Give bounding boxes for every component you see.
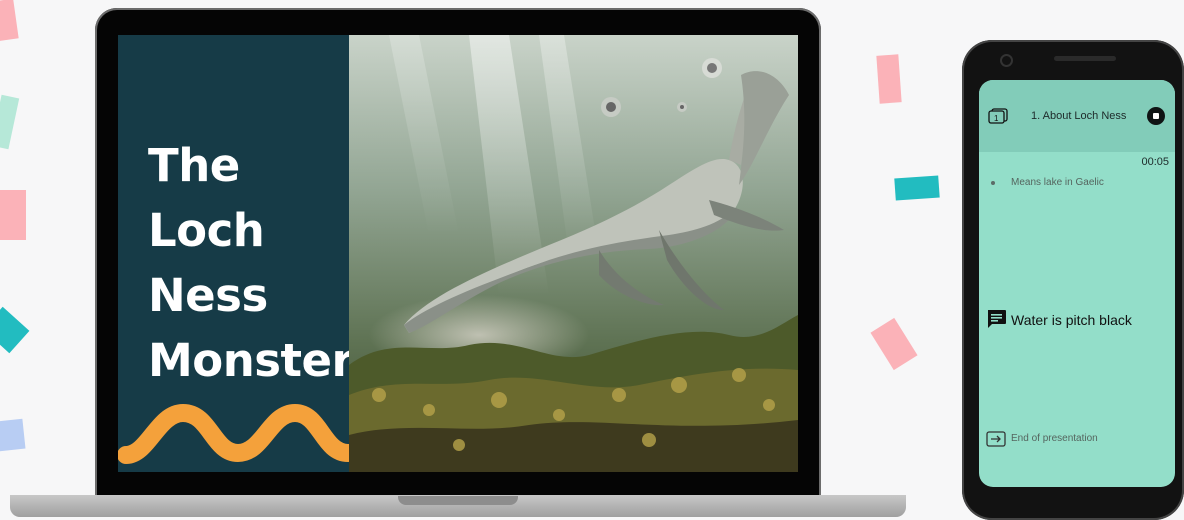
presentation-timer: 00:05 xyxy=(1141,156,1169,168)
plesiosaur-illustration xyxy=(349,35,798,472)
slide-title: The Loch Ness Monster xyxy=(148,139,354,387)
slide-title-panel: The Loch Ness Monster xyxy=(118,35,395,472)
phone-camera xyxy=(1000,54,1013,67)
svg-text:1: 1 xyxy=(994,114,999,123)
ammonite-3 xyxy=(677,102,687,112)
slide-number-icon: 1 xyxy=(988,108,1008,124)
confetti-pink-2 xyxy=(0,190,26,240)
note-bullet xyxy=(991,181,995,185)
speaker-note: Means lake in Gaelic xyxy=(1011,177,1104,188)
stop-presentation-button[interactable] xyxy=(1147,107,1165,125)
confetti-pink-1 xyxy=(0,0,19,42)
ammonite-2 xyxy=(601,97,621,117)
presenter-view: 1 1. About Loch Ness 00:05 Means lake in… xyxy=(979,80,1175,487)
confetti-pink-4 xyxy=(870,317,918,371)
phone-speaker xyxy=(1054,56,1116,61)
confetti-blue-1 xyxy=(0,418,26,452)
confetti-teal-2 xyxy=(894,175,940,201)
presentation-slide: The Loch Ness Monster xyxy=(118,35,798,472)
exit-icon xyxy=(986,431,1006,447)
ammonite-1 xyxy=(702,58,722,78)
laptop-notch xyxy=(398,496,518,505)
confetti-teal-1 xyxy=(0,306,30,354)
speaker-comment: Water is pitch black xyxy=(1011,312,1132,328)
comment-icon xyxy=(988,310,1006,328)
end-of-presentation-label: End of presentation xyxy=(1011,433,1098,444)
confetti-mint-1 xyxy=(0,94,20,150)
confetti-pink-3 xyxy=(876,54,902,104)
current-slide-header: 1 1. About Loch Ness xyxy=(979,80,1175,152)
current-slide-name: 1. About Loch Ness xyxy=(1031,110,1127,122)
